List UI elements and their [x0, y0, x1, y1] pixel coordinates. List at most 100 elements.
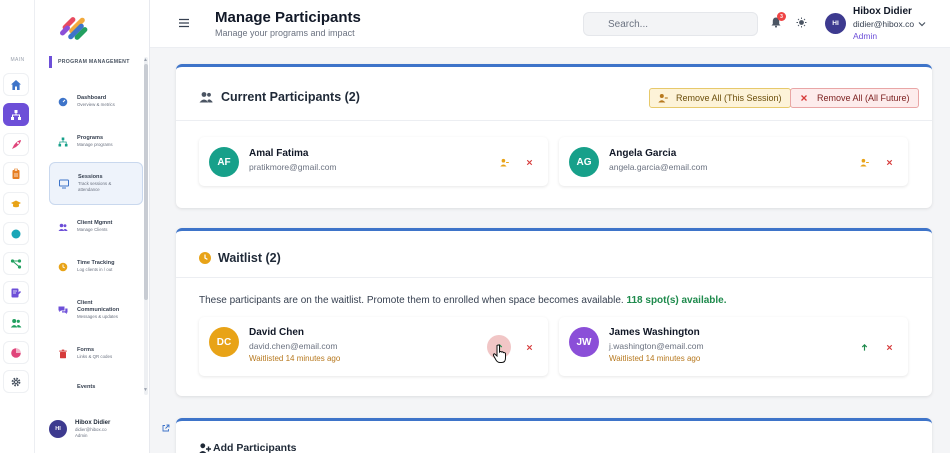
remove-participant-button[interactable]	[881, 154, 897, 170]
header-user-email: didier@hibox.co	[853, 19, 915, 29]
rail-graduation-button[interactable]	[3, 192, 29, 215]
rail-circle-button[interactable]	[3, 222, 29, 245]
nav-item-subtitle: Manage Clients	[77, 227, 108, 232]
close-icon	[801, 95, 807, 101]
home-icon	[11, 79, 21, 90]
remove-all-future-label: Remove All (All Future)	[817, 93, 910, 103]
top-header: Manage Participants Manage your programs…	[150, 0, 950, 48]
user-minus-icon	[499, 158, 509, 167]
spots-available: 118 spot(s) available.	[626, 295, 727, 306]
nav-item-title: Client Communication	[77, 299, 120, 313]
rail-settings-button[interactable]	[3, 370, 29, 393]
remove-participant-button[interactable]	[521, 154, 537, 170]
nav-item-client-communication[interactable]: Client Communication Messages & updates	[49, 288, 143, 331]
close-icon	[526, 159, 532, 165]
rail-clipboard-button[interactable]	[3, 162, 29, 185]
nav-item-programs[interactable]: Programs Manage programs	[49, 120, 143, 163]
waitlist-card: Waitlist (2) These participants are on t…	[176, 228, 932, 396]
nav-item-title: Events	[77, 383, 96, 390]
participant-card: AG Angela Garcia angela.garcia@email.com	[559, 137, 908, 186]
participant-name: Angela Garcia	[609, 148, 677, 159]
nav-panel: PROGRAM MANAGEMENT Dashboard Overview & m…	[35, 0, 170, 453]
participant-name: Amal Fatima	[249, 148, 309, 159]
card-divider	[176, 277, 932, 278]
nav-item-time-tracking[interactable]: Time Tracking Log clients in / out	[49, 245, 143, 288]
hierarchy-icon	[11, 109, 21, 120]
remove-participant-button[interactable]	[521, 339, 537, 355]
waitlisted-time: Waitlisted 14 minutes ago	[249, 354, 341, 363]
rail-home-button[interactable]	[3, 73, 29, 96]
close-icon	[886, 344, 892, 350]
pie-chart-icon	[11, 347, 21, 358]
hierarchy-icon	[57, 136, 69, 148]
add-participants-card: Add Participants	[176, 418, 932, 453]
avatar: DC	[209, 327, 239, 357]
waitlist-participant-card: JW James Washington j.washington@email.c…	[559, 317, 908, 376]
card-divider	[176, 120, 932, 121]
participant-card: AF Amal Fatima pratikmore@gmail.com	[199, 137, 548, 186]
flow-icon	[10, 258, 22, 269]
hamburger-menu-icon[interactable]	[178, 17, 190, 29]
dashboard-icon	[57, 96, 69, 108]
nav-user-profile[interactable]: HI Hibox Didier didier@hibox.co Admin	[49, 415, 173, 443]
users-icon	[199, 92, 213, 103]
edit-doc-icon	[11, 288, 22, 297]
rail-users-button[interactable]	[3, 311, 29, 334]
move-to-waitlist-button[interactable]	[496, 154, 512, 170]
rail-flow-button[interactable]	[3, 252, 29, 275]
participant-email: pratikmore@gmail.com	[249, 162, 337, 172]
avatar[interactable]: HI	[825, 13, 846, 34]
sun-icon[interactable]	[796, 17, 807, 28]
participant-name: James Washington	[609, 327, 700, 338]
scroll-up-icon[interactable]: ▲	[143, 57, 148, 63]
waitlisted-time: Waitlisted 14 minutes ago	[609, 354, 701, 363]
rail-rocket-button[interactable]	[3, 133, 29, 156]
header-user-name: Hibox Didier	[853, 6, 912, 17]
user-plus-icon	[199, 443, 211, 453]
participant-name: David Chen	[249, 327, 305, 338]
gear-icon	[11, 377, 21, 386]
chevron-down-icon[interactable]	[917, 19, 927, 29]
rail-edit-button[interactable]	[3, 281, 29, 304]
remove-all-future-button[interactable]: Remove All (All Future)	[790, 88, 919, 108]
rocket-icon	[12, 139, 21, 149]
notification-badge: 3	[777, 12, 786, 21]
close-icon	[526, 344, 532, 350]
rail-programs-button[interactable]	[3, 103, 29, 126]
nav-item-subtitle: Track sessions & attendance	[78, 181, 112, 192]
participant-email: angela.garcia@email.com	[609, 162, 708, 172]
app-logo[interactable]	[58, 8, 92, 42]
rail-reports-button[interactable]	[3, 341, 29, 364]
nav-item-dashboard[interactable]: Dashboard Overview & metrics	[49, 80, 143, 123]
nav-item-title: Forms	[77, 347, 95, 353]
nav-item-sessions[interactable]: Sessions Track sessions & attendance	[49, 162, 143, 205]
user-minus-icon	[859, 158, 869, 167]
nav-item-title: Programs	[77, 135, 104, 141]
arrow-up-icon	[861, 343, 867, 351]
avatar: JW	[569, 327, 599, 357]
move-to-waitlist-button[interactable]	[856, 154, 872, 170]
nav-item-client-mgmnt[interactable]: Client Mgmnt Manage Clients	[49, 205, 143, 248]
nav-item-forms[interactable]: Forms Links & QR codes	[49, 332, 143, 375]
current-participants-card: Current Participants (2) Remove All (Thi…	[176, 64, 932, 208]
add-participants-title: Add Participants	[213, 442, 297, 453]
nav-item-title: Client Mgmnt	[77, 220, 113, 226]
nav-item-subtitle: Manage programs	[77, 142, 113, 147]
waitlist-note: These participants are on the waitlist. …	[199, 295, 727, 306]
waitlist-title: Waitlist (2)	[218, 251, 281, 265]
avatar: HI	[49, 420, 67, 438]
clock-icon	[57, 261, 69, 273]
clock-icon	[199, 252, 211, 264]
external-link-icon[interactable]	[162, 424, 170, 432]
search-input[interactable]	[583, 12, 758, 36]
promote-participant-button[interactable]	[856, 339, 872, 355]
user-minus-icon	[658, 94, 668, 103]
nav-item-events[interactable]: Events	[49, 375, 143, 399]
nav-scrollbar-thumb[interactable]	[144, 64, 148, 300]
scroll-down-icon[interactable]: ▼	[143, 387, 148, 393]
users-icon	[10, 318, 22, 327]
remove-participant-button[interactable]	[881, 339, 897, 355]
remove-all-session-button[interactable]: Remove All (This Session)	[649, 88, 791, 108]
clipboard-icon	[12, 168, 20, 179]
page-title: Manage Participants	[215, 9, 361, 26]
